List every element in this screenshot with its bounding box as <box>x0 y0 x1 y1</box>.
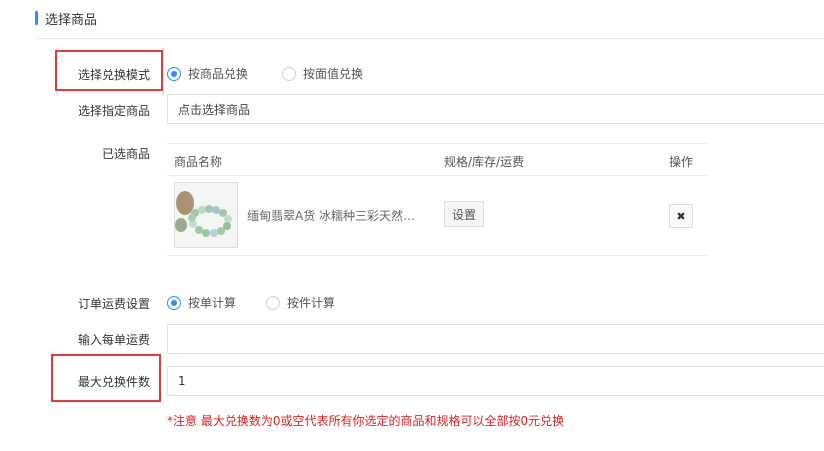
column-header-action: 操作 <box>669 155 694 169</box>
highlight-box-exchange-mode <box>55 50 163 91</box>
radio-exchange-by-goods[interactable]: 按商品兑换 <box>167 65 248 82</box>
radio-circle-checked[interactable] <box>167 295 181 310</box>
highlight-box-max-exchange <box>51 354 161 402</box>
radio-freight-per-order[interactable]: 按单计算 <box>167 294 236 311</box>
radio-label: 按面值兑换 <box>303 67 364 81</box>
section-divider <box>35 38 824 39</box>
per-order-freight-label: 输入每单运费 <box>77 333 150 347</box>
jade-bracelet-image <box>175 183 237 247</box>
table-row: 缅甸翡翠A货 冰糯种三彩天然翡翠手镯 设置 ✖ <box>167 176 707 256</box>
section-accent-bar <box>35 11 38 25</box>
table-header: 商品名称 规格/库存/运费 操作 <box>167 143 707 176</box>
radio-circle-checked[interactable] <box>167 66 181 81</box>
column-header-name: 商品名称 <box>174 155 223 169</box>
radio-circle[interactable] <box>282 66 296 81</box>
goods-thumbnail <box>174 182 238 248</box>
freight-setting-label: 订单运费设置 <box>77 297 150 311</box>
selected-goods-table: 商品名称 规格/库存/运费 操作 缅甸翡翠A货 冰糯种三彩天然翡翠手镯 <box>167 143 707 256</box>
section-header: 选择商品 <box>35 10 98 28</box>
close-icon: ✖ <box>676 209 686 223</box>
radio-label: 按单计算 <box>188 296 237 310</box>
radio-label: 按商品兑换 <box>188 67 249 81</box>
radio-exchange-by-value[interactable]: 按面值兑换 <box>282 65 363 82</box>
delete-goods-button[interactable]: ✖ <box>669 204 693 228</box>
max-exchange-input[interactable] <box>167 366 824 396</box>
radio-circle[interactable] <box>266 295 280 310</box>
radio-label: 按件计算 <box>287 296 336 310</box>
column-header-spec: 规格/库存/运费 <box>444 155 525 169</box>
per-order-freight-input[interactable] <box>167 324 824 354</box>
choose-goods-field[interactable]: 点击选择商品 <box>167 94 824 124</box>
selected-goods-label: 已选商品 <box>101 147 150 161</box>
choose-goods-label: 选择指定商品 <box>77 104 150 118</box>
exchange-note: *注意 最大兑换数为0或空代表所有你选定的商品和规格可以全部按0元兑换 <box>167 414 565 428</box>
section-title: 选择商品 <box>45 12 98 28</box>
set-spec-button[interactable]: 设置 <box>444 201 484 227</box>
radio-freight-per-item[interactable]: 按件计算 <box>266 294 335 311</box>
goods-name: 缅甸翡翠A货 冰糯种三彩天然翡翠手镯 <box>247 209 427 223</box>
